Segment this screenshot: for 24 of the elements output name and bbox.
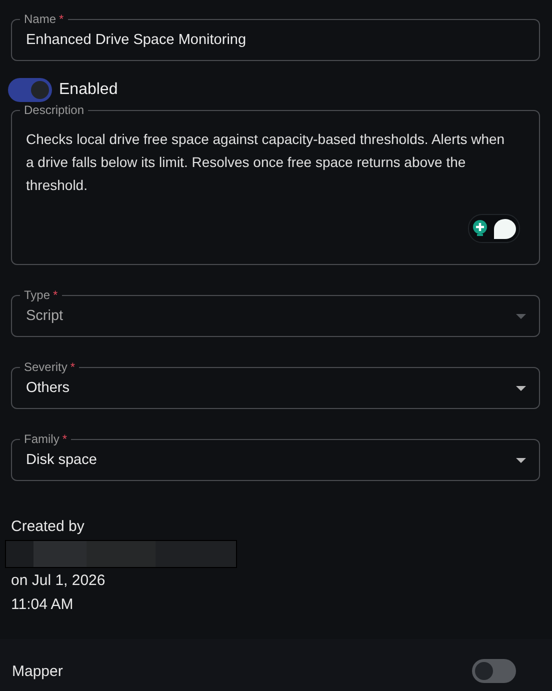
- select-value: Disk space: [26, 452, 97, 468]
- field-label: Family: [24, 432, 60, 446]
- created-date: on Jul 1, 2026: [11, 571, 106, 591]
- field-label: Type: [24, 288, 50, 302]
- select-value: Script: [26, 308, 64, 324]
- select-value: Others: [26, 380, 70, 396]
- toggle-switch[interactable]: [8, 78, 52, 102]
- required-mark: *: [62, 432, 68, 446]
- mapper-label: Mapper: [12, 662, 63, 680]
- dropdown-caret-icon: [516, 314, 526, 318]
- required-mark: *: [70, 360, 76, 374]
- required-mark: *: [53, 288, 58, 302]
- field-label: Name: [24, 12, 56, 26]
- field-label: Description: [24, 103, 84, 117]
- created-time: 11:04 AM: [11, 595, 74, 615]
- toggle-label: Enabled: [59, 81, 118, 99]
- required-mark: *: [59, 12, 64, 26]
- lightbulb-icon[interactable]: [472, 218, 488, 238]
- toggle-switch[interactable]: [472, 659, 516, 683]
- dropdown-caret-icon: [516, 386, 526, 390]
- chat-bubble-icon[interactable]: [492, 218, 516, 240]
- created-by-label: Created by: [11, 517, 84, 537]
- dropdown-caret-icon: [516, 458, 526, 462]
- field-label: Severity: [24, 360, 68, 374]
